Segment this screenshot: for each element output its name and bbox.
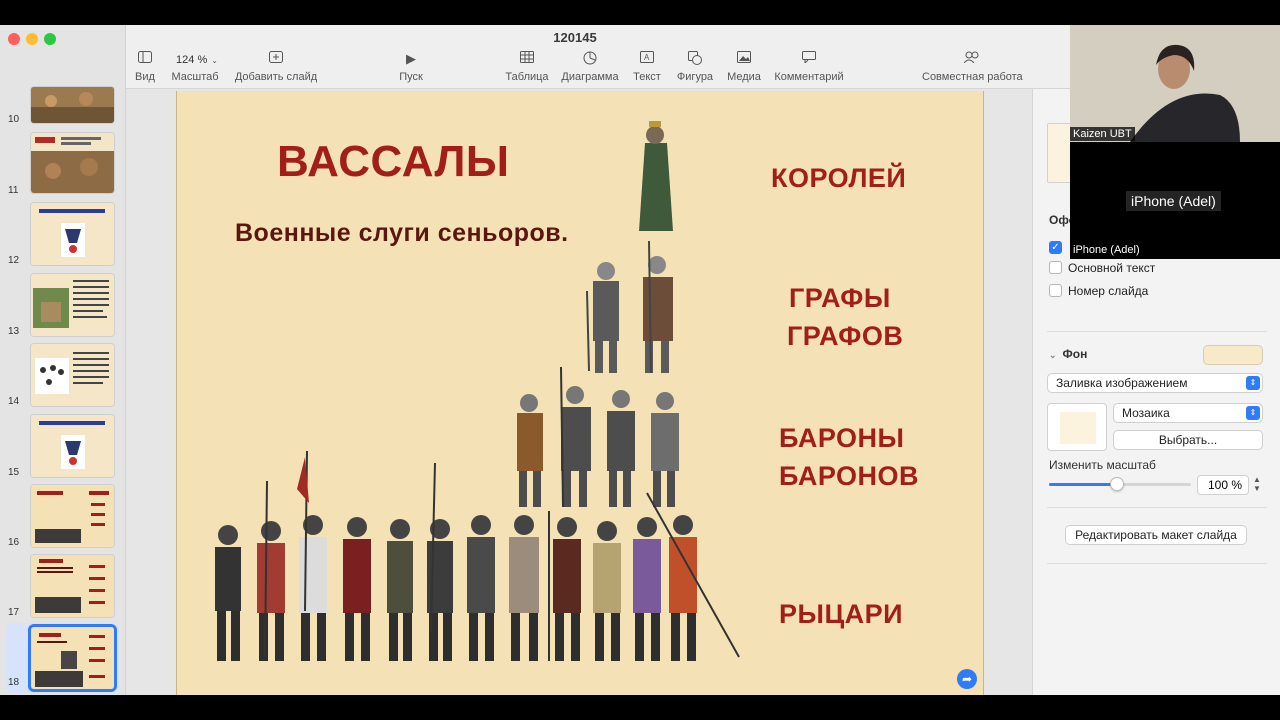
participant-name: Kaizen UBT — [1070, 127, 1135, 141]
slide-number: 10 — [8, 114, 20, 125]
scale-value-field[interactable]: 100 % — [1197, 475, 1249, 495]
scale-slider-knob[interactable] — [1110, 477, 1125, 491]
edit-slide-layout-button[interactable]: Редактировать макет слайда — [1065, 525, 1247, 545]
chart-button[interactable]: Диаграмма — [560, 51, 620, 83]
media-icon — [726, 51, 762, 69]
play-icon: ▶ — [406, 51, 416, 66]
slide-thumbnail-image — [31, 274, 114, 336]
share-arrow-icon[interactable]: ➦ — [957, 669, 977, 689]
shape-button[interactable]: Фигура — [674, 51, 716, 83]
divider — [1047, 331, 1267, 332]
slide-navigator: 10 11 12 13 14 15 16 17 18 — [0, 25, 126, 695]
slide-number: 11 — [8, 185, 19, 196]
zoom-control[interactable]: 124 % ⌄ Масштаб — [170, 51, 220, 83]
slide-thumbnail[interactable] — [31, 87, 114, 123]
text-box-icon: A — [630, 51, 664, 69]
body-text-checkbox-row[interactable]: Основной текст — [1049, 261, 1155, 275]
step-down-icon[interactable]: ▼ — [1253, 484, 1261, 493]
current-slide[interactable]: ВАССАЛЫ Военные слуги сеньоров. КОРОЛЕЙ … — [176, 91, 984, 695]
slide-number: 14 — [8, 396, 20, 407]
slide-thumbnail[interactable] — [31, 344, 114, 406]
label-of-barons: БАРОНОВ — [779, 461, 920, 491]
divider — [1047, 507, 1267, 508]
collaborate-button[interactable]: Совместная работа — [922, 51, 1023, 83]
slide-thumbnail-image — [31, 555, 114, 617]
slide-thumbnail[interactable] — [31, 485, 114, 547]
view-button[interactable]: Вид — [132, 51, 158, 83]
participant-name: iPhone (Adel) — [1073, 244, 1140, 256]
slide-subtitle: Военные слуги сеньоров. — [235, 219, 569, 247]
slide-thumbnail-image — [31, 344, 114, 406]
slide-thumbnail[interactable] — [31, 415, 114, 477]
label-knights: РЫЦАРИ — [779, 599, 904, 629]
label-of-counts: ГРАФОВ — [787, 321, 904, 351]
media-button[interactable]: Медиа — [726, 51, 762, 83]
title-checkbox[interactable]: ✓ — [1049, 241, 1062, 254]
label-barons: БАРОНЫ — [779, 423, 905, 453]
scale-slider-fill — [1049, 483, 1118, 486]
video-tile-participant-1[interactable]: Kaizen UBT — [1070, 25, 1280, 142]
select-arrows-icon: ⇕ — [1246, 406, 1260, 420]
collaborate-icon — [922, 51, 1022, 69]
label-kings: КОРОЛЕЙ — [771, 163, 907, 193]
slide-number: 18 — [8, 677, 20, 688]
slide-thumbnail-image — [31, 485, 114, 547]
slide-thumbnail-selected[interactable] — [31, 627, 114, 689]
slide-thumbnail[interactable] — [31, 133, 114, 193]
background-section[interactable]: ⌄ Фон — [1049, 347, 1087, 361]
fill-type-select[interactable]: Заливка изображением ⇕ — [1047, 373, 1263, 393]
label-counts: ГРАФЫ — [789, 283, 891, 313]
slide-thumbnail-image — [31, 415, 114, 477]
slide-number-checkbox[interactable] — [1049, 284, 1062, 297]
slide-thumbnail-image — [31, 133, 114, 193]
slide-number: 13 — [8, 326, 20, 337]
scale-slider[interactable] — [1049, 477, 1191, 491]
shape-icon — [674, 51, 716, 69]
table-button[interactable]: Таблица — [504, 51, 550, 83]
tile-mode-select[interactable]: Мозаика ⇕ — [1113, 403, 1263, 423]
image-well[interactable] — [1047, 403, 1107, 451]
slide-number-checkbox-row[interactable]: Номер слайда — [1049, 284, 1148, 298]
svg-text:A: A — [644, 53, 650, 62]
choose-image-button[interactable]: Выбрать... — [1113, 430, 1263, 450]
add-slide-button[interactable]: Добавить слайд — [234, 51, 318, 83]
body-text-checkbox[interactable] — [1049, 261, 1062, 274]
slide-thumbnail-image — [31, 87, 114, 123]
scale-label: Изменить масштаб — [1049, 458, 1156, 472]
text-button[interactable]: A Текст — [630, 51, 664, 83]
slide-thumbnail[interactable] — [31, 203, 114, 265]
document-title: 120145 — [553, 30, 597, 45]
slide-thumbnail-image — [31, 627, 114, 689]
image-well-preview — [1060, 412, 1096, 444]
chevron-down-icon: ⌄ — [1049, 350, 1057, 360]
slide-number: 15 — [8, 467, 20, 478]
participant-name-centered: iPhone (Adel) — [1126, 191, 1221, 211]
sidebar-icon — [132, 51, 158, 69]
slide-title: ВАССАЛЫ — [277, 137, 510, 186]
slide-thumbnail-image — [31, 203, 114, 265]
select-arrows-icon: ⇕ — [1246, 376, 1260, 390]
step-up-icon[interactable]: ▲ — [1253, 475, 1261, 484]
slide-thumbnail[interactable] — [31, 555, 114, 617]
scale-stepper[interactable]: ▲ ▼ — [1253, 475, 1261, 493]
play-button[interactable]: ▶ Пуск — [394, 51, 428, 83]
slide-number: 12 — [8, 255, 20, 266]
comment-icon — [774, 51, 844, 69]
zoom-dropdown[interactable]: 124 % ⌄ — [170, 51, 220, 69]
slide-number: 16 — [8, 537, 20, 548]
title-checkbox-row[interactable]: ✓ — [1049, 237, 1068, 254]
table-icon — [504, 51, 550, 69]
chevron-down-icon: ⌄ — [211, 56, 218, 65]
chart-icon — [560, 51, 620, 69]
background-color-swatch[interactable] — [1203, 345, 1263, 365]
slide-canvas: ВАССАЛЫ Военные слуги сеньоров. КОРОЛЕЙ … — [126, 89, 1032, 695]
slide-number: 17 — [8, 607, 20, 618]
zoom-value: 124 % — [176, 54, 208, 66]
divider — [1047, 563, 1267, 564]
comment-button[interactable]: Комментарий — [774, 51, 844, 83]
participant-video — [1070, 25, 1280, 142]
slide-thumbnail[interactable] — [31, 274, 114, 336]
video-tile-participant-2[interactable]: iPhone (Adel) iPhone (Adel) — [1070, 142, 1280, 259]
add-slide-icon — [234, 51, 318, 69]
